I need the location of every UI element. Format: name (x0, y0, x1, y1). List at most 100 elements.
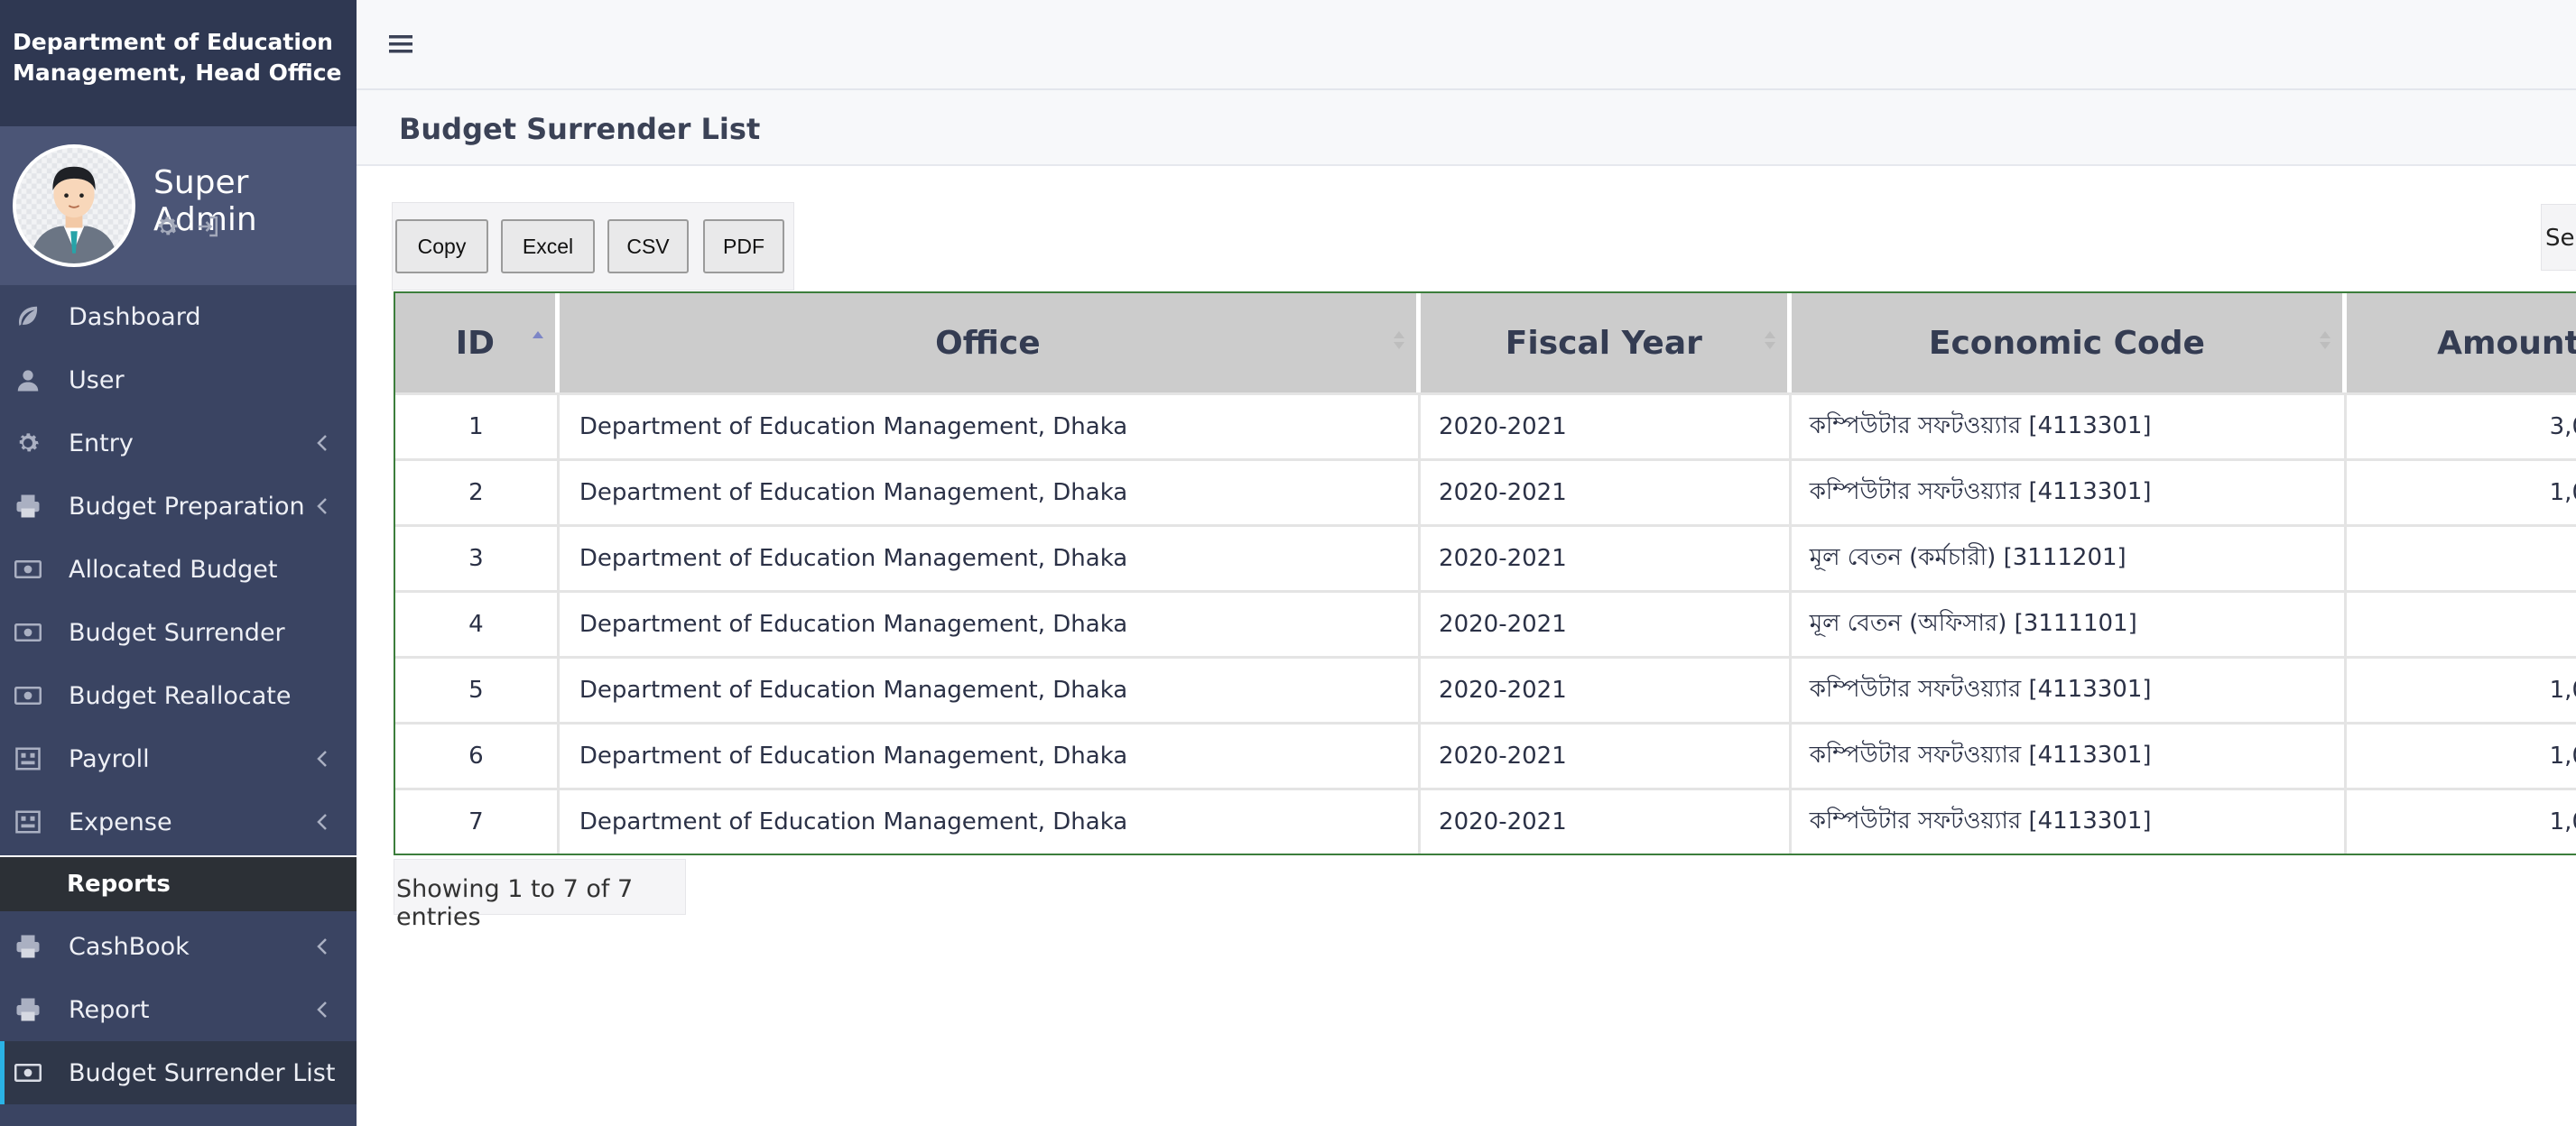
cell-fiscal-year: 2020-2021 (1421, 395, 1792, 458)
cell-office: Department of Education Management, Dhak… (560, 527, 1422, 590)
cell-amount: 1,0 (2549, 479, 2576, 506)
cell-id: 3 (395, 527, 560, 590)
column-header-economic-code[interactable]: Economic Code (1792, 293, 2348, 392)
column-header-office[interactable]: Office (560, 293, 1422, 392)
copy-button[interactable]: Copy (395, 219, 488, 273)
column-header-fiscal-year[interactable]: Fiscal Year (1421, 293, 1792, 392)
cell-fiscal-year: 2020-2021 (1421, 659, 1792, 722)
sidebar-item-label: Budget Surrender List (69, 1058, 336, 1087)
column-header-amount[interactable]: Amount (2347, 293, 2576, 392)
table-row: 4 Department of Education Management, Dh… (395, 590, 2576, 656)
brand-title[interactable]: Department of Education Management, Head… (0, 0, 357, 126)
cell-office: Department of Education Management, Dhak… (560, 593, 1422, 656)
cell-fiscal-year: 2020-2021 (1421, 461, 1792, 524)
sidebar-item-budget-reallocate[interactable]: Budget Reallocate (0, 664, 357, 727)
cell-fiscal-year: 2020-2021 (1421, 725, 1792, 788)
budget-surrender-table: ID Office Fiscal Year Economic Code Amou… (394, 291, 2576, 855)
cell-office: Department of Education Management, Dhak… (560, 725, 1422, 788)
logout-icon[interactable] (195, 213, 222, 244)
sort-both-icon (2320, 331, 2331, 349)
sidebar-item-dashboard[interactable]: Dashboard (0, 285, 357, 348)
cell-id: 6 (395, 725, 560, 788)
cell-economic-code: কম্পিউটার সফটওয়্যার [4113301] (1792, 725, 2348, 788)
sidebar-item-budget-preparation[interactable]: Budget Preparation (0, 475, 357, 538)
cell-id: 7 (395, 790, 560, 854)
cell-economic-code: কম্পিউটার সফটওয়্যার [4113301] (1792, 659, 2348, 722)
sidebar-section-reports: Reports (0, 855, 357, 911)
cell-office: Department of Education Management, Dhak… (560, 659, 1422, 722)
sort-both-icon (1764, 331, 1775, 349)
cell-amount: 1,0 (2549, 808, 2576, 835)
hamburger-menu-icon[interactable] (389, 32, 412, 56)
sidebar-item-label: Entry (69, 429, 134, 457)
settings-gear-icon[interactable] (153, 213, 181, 244)
sidebar-item-budget-surrender-list[interactable]: Budget Surrender List (0, 1041, 357, 1104)
table-row: 2 Department of Education Management, Dh… (395, 458, 2576, 524)
page-title: Budget Surrender List (399, 112, 761, 146)
chevron-left-icon (317, 498, 327, 514)
sidebar-item-label: Expense (69, 808, 172, 836)
cell-id: 1 (395, 395, 560, 458)
search-box[interactable]: Search: (2541, 204, 2576, 271)
table-info: Showing 1 to 7 of 7 entries (394, 859, 686, 931)
sidebar-item-label: CashBook (69, 932, 190, 961)
cell-office: Department of Education Management, Dhak… (560, 395, 1422, 458)
sidebar-item-entry[interactable]: Entry (0, 411, 357, 475)
sidebar-item-label: Payroll (69, 744, 150, 773)
user-icon (17, 370, 39, 392)
content-header: Budget Surrender List (357, 90, 2576, 166)
excel-button[interactable]: Excel (501, 219, 595, 273)
cell-amount: 1,0 (2549, 743, 2576, 770)
table-row: 7 Department of Education Management, Dh… (395, 788, 2576, 854)
sidebar-item-label: Dashboard (69, 302, 201, 331)
export-buttons: Copy Excel CSV PDF (392, 202, 794, 291)
sidebar-item-budget-surrender[interactable]: Budget Surrender (0, 601, 357, 664)
search-label: Search: (2545, 225, 2576, 252)
csv-button[interactable]: CSV (607, 219, 689, 273)
table-row: 1 Department of Education Management, Dh… (395, 392, 2576, 458)
sidebar-item-user[interactable]: User (0, 348, 357, 411)
building-icon (15, 747, 41, 771)
printer-icon (16, 998, 40, 1021)
user-actions (153, 213, 222, 244)
chevron-left-icon (317, 814, 327, 830)
sidebar-item-cashbook[interactable]: CashBook (0, 915, 357, 978)
cell-id: 5 (395, 659, 560, 722)
chevron-left-icon (317, 938, 327, 955)
sidebar-menu: Dashboard User Entry Budget Preparation … (0, 285, 357, 1104)
sort-both-icon (1394, 331, 1405, 349)
cell-amount (2347, 527, 2576, 590)
pdf-button[interactable]: PDF (703, 219, 784, 273)
sidebar-item-report[interactable]: Report (0, 978, 357, 1041)
table-row: 5 Department of Education Management, Dh… (395, 656, 2576, 722)
chevron-left-icon (317, 435, 327, 451)
column-header-id[interactable]: ID (395, 293, 560, 392)
printer-icon (16, 494, 40, 518)
table-row: 3 Department of Education Management, Dh… (395, 524, 2576, 590)
table-header: ID Office Fiscal Year Economic Code Amou… (395, 293, 2576, 392)
table-row: 6 Department of Education Management, Dh… (395, 722, 2576, 788)
cell-economic-code: মূল বেতন (অফিসার) [3111101] (1792, 593, 2348, 656)
cell-economic-code: কম্পিউটার সফটওয়্যার [4113301] (1792, 790, 2348, 854)
sidebar-item-label: Budget Preparation (69, 492, 305, 521)
sidebar-item-label: Report (69, 995, 150, 1024)
leaf-icon (19, 306, 38, 326)
sidebar: Department of Education Management, Head… (0, 0, 357, 1126)
cell-id: 4 (395, 593, 560, 656)
sidebar-item-payroll[interactable]: Payroll (0, 727, 357, 790)
cell-amount: 1,0 (2549, 677, 2576, 704)
cell-economic-code: কম্পিউটার সফটওয়্যার [4113301] (1792, 461, 2348, 524)
cell-fiscal-year: 2020-2021 (1421, 593, 1792, 656)
money-icon (14, 623, 42, 641)
printer-icon (16, 935, 40, 958)
building-icon (15, 810, 41, 834)
sidebar-item-allocated-budget[interactable]: Allocated Budget (0, 538, 357, 601)
cell-economic-code: কম্পিউটার সফটওয়্যার [4113301] (1792, 395, 2348, 458)
sidebar-item-expense[interactable]: Expense (0, 790, 357, 854)
cell-fiscal-year: 2020-2021 (1421, 790, 1792, 854)
topbar (357, 0, 2576, 90)
sidebar-item-label: User (69, 365, 125, 394)
chevron-left-icon (317, 1001, 327, 1018)
gear-icon (19, 433, 39, 452)
user-panel: Super Admin (0, 126, 357, 285)
